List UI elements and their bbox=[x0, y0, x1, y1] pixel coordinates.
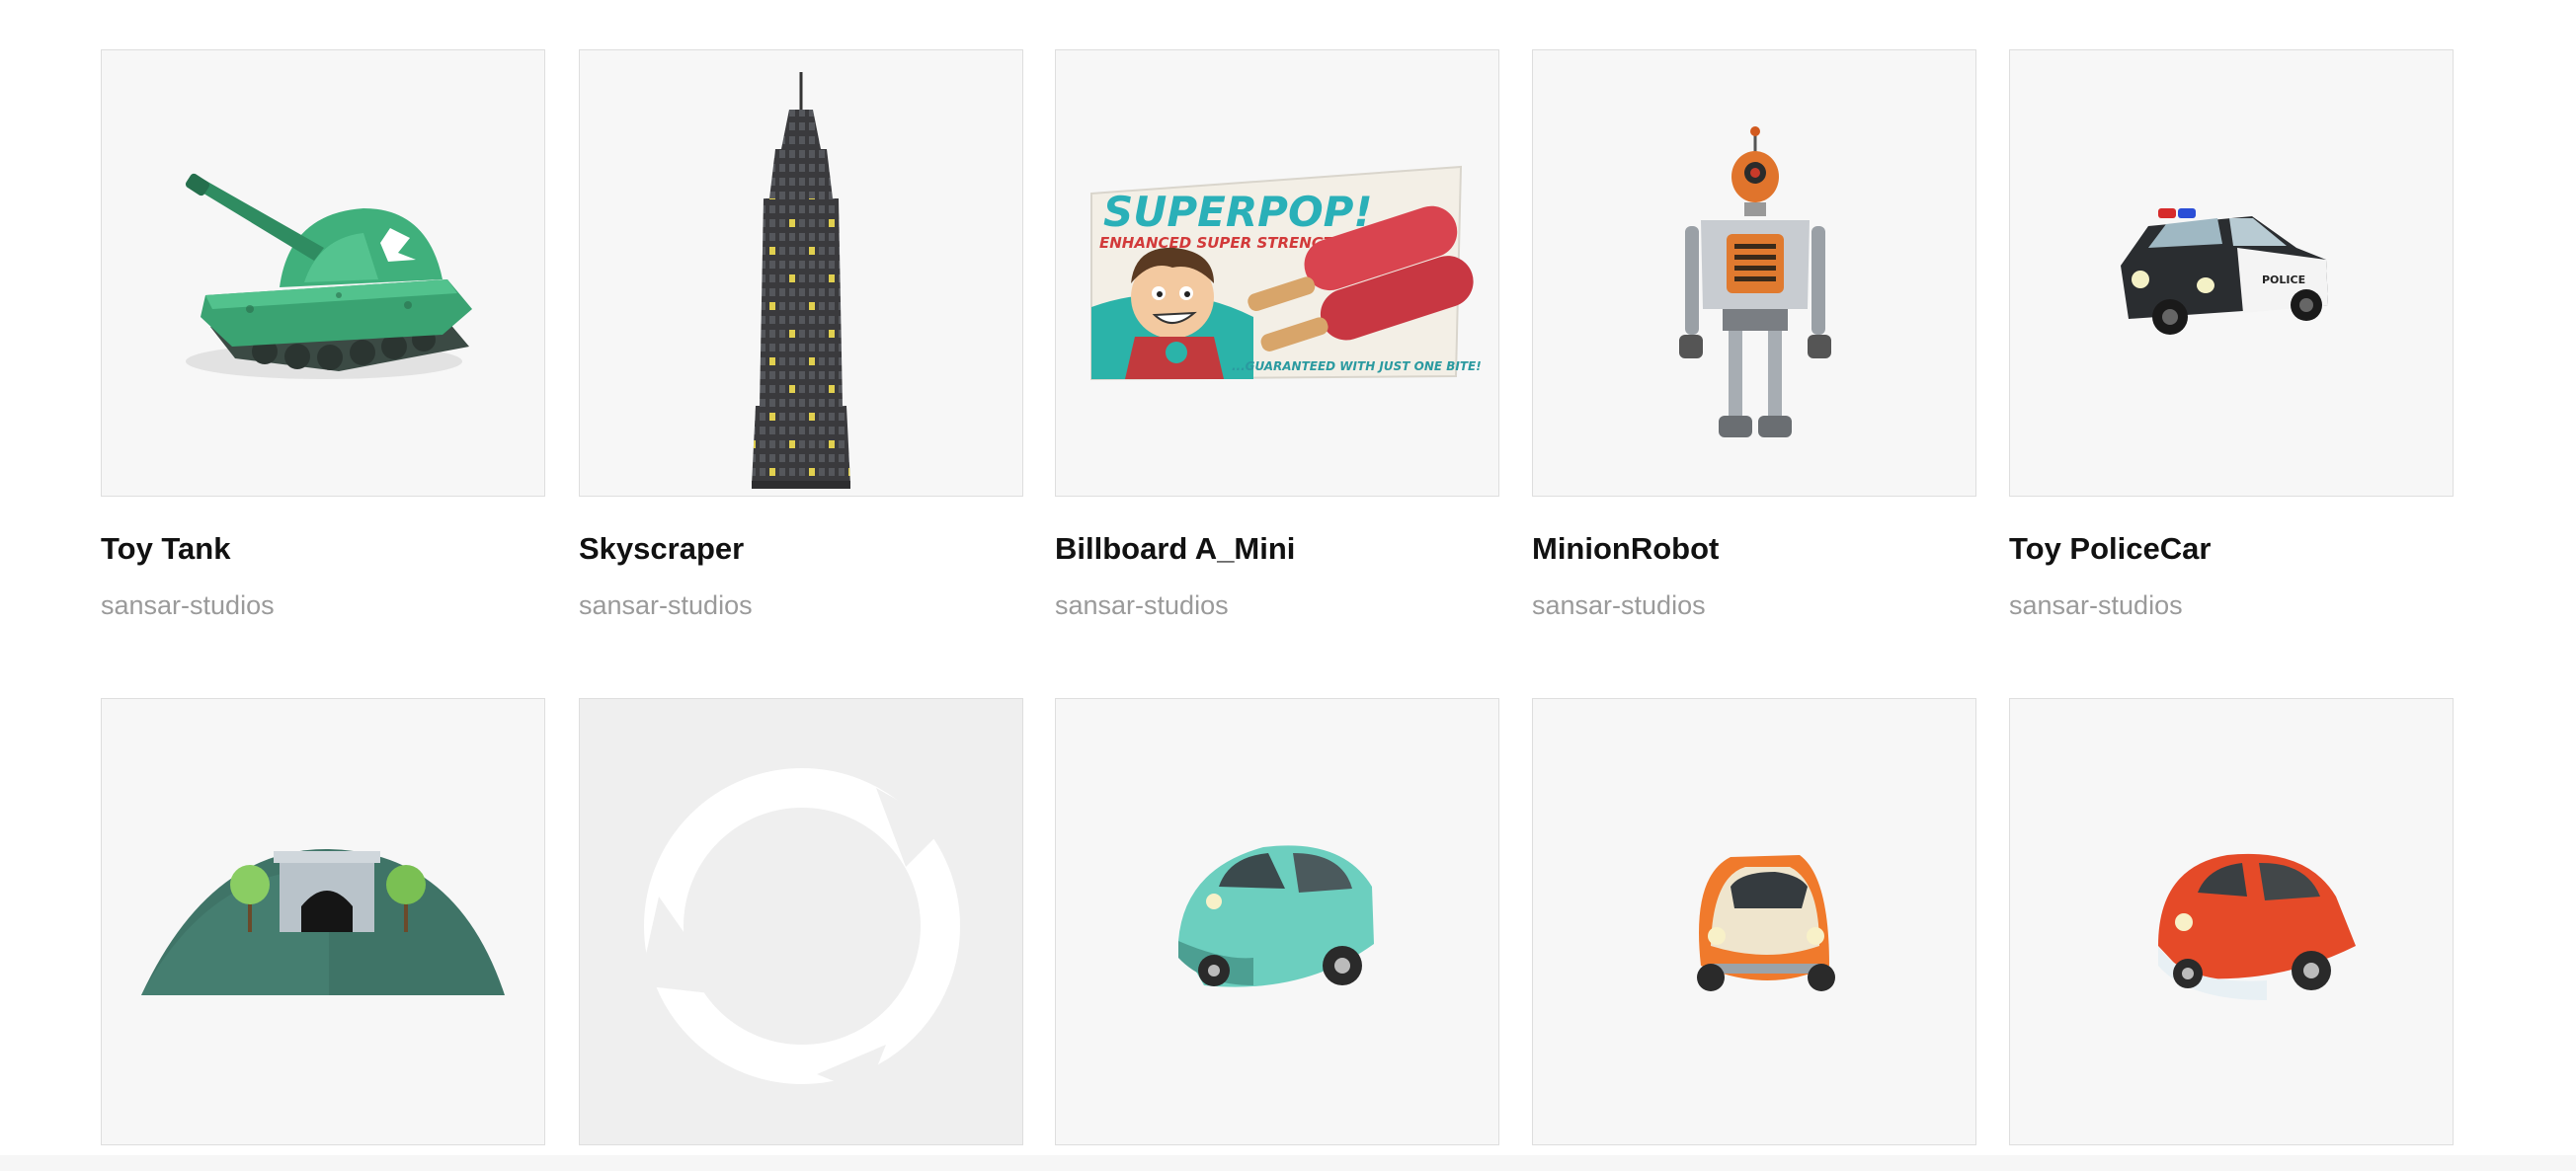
page-bottom-edge bbox=[0, 1155, 2576, 1171]
asset-thumbnail[interactable]: POLICE bbox=[2009, 49, 2454, 497]
asset-thumbnail[interactable] bbox=[1532, 698, 1976, 1145]
asset-author[interactable]: sansar-studios bbox=[2009, 590, 2183, 621]
asset-author[interactable]: sansar-studios bbox=[579, 590, 753, 621]
toy-tank-icon bbox=[185, 173, 472, 379]
asset-thumbnail[interactable] bbox=[579, 698, 1023, 1145]
asset-title[interactable]: MinionRobot bbox=[1532, 531, 1719, 567]
billboard-tagline: ...GUARANTEED WITH JUST ONE BITE! bbox=[1232, 359, 1482, 373]
asset-title[interactable]: Toy PoliceCar bbox=[2009, 531, 2211, 567]
police-car-door-text: POLICE bbox=[2262, 273, 2305, 286]
police-car-icon: POLICE bbox=[2121, 208, 2328, 335]
placeholder-logo-icon bbox=[639, 768, 960, 1094]
asset-thumbnail[interactable] bbox=[101, 49, 545, 497]
billboard-icon: SUPERPOP! ENHANCED SUPER STRENGTH...... … bbox=[1090, 165, 1482, 381]
red-white-car-icon bbox=[2158, 853, 2356, 1000]
cream-orange-car-icon bbox=[1697, 855, 1835, 991]
asset-thumbnail[interactable] bbox=[1055, 698, 1499, 1145]
asset-title[interactable]: Billboard A_Mini bbox=[1055, 531, 1295, 567]
teal-car-icon bbox=[1178, 845, 1374, 987]
asset-thumbnail[interactable] bbox=[101, 698, 545, 1145]
asset-thumbnail[interactable]: SUPERPOP! ENHANCED SUPER STRENGTH...... … bbox=[1055, 49, 1499, 497]
asset-author[interactable]: sansar-studios bbox=[1532, 590, 1706, 621]
asset-title[interactable]: Skyscraper bbox=[579, 531, 744, 567]
asset-thumbnail[interactable] bbox=[2009, 698, 2454, 1145]
asset-author[interactable]: sansar-studios bbox=[101, 590, 275, 621]
billboard-headline: SUPERPOP! bbox=[1103, 188, 1373, 236]
asset-title[interactable]: Toy Tank bbox=[101, 531, 230, 567]
asset-grid: Toy Tank sansar-studios Skyscraper sansa… bbox=[0, 0, 2576, 1171]
tunnel-hill-icon bbox=[141, 848, 505, 995]
skyscraper-icon bbox=[752, 72, 850, 489]
asset-thumbnail[interactable] bbox=[579, 49, 1023, 497]
asset-thumbnail[interactable] bbox=[1532, 49, 1976, 497]
robot-icon bbox=[1679, 126, 1831, 437]
asset-author[interactable]: sansar-studios bbox=[1055, 590, 1229, 621]
